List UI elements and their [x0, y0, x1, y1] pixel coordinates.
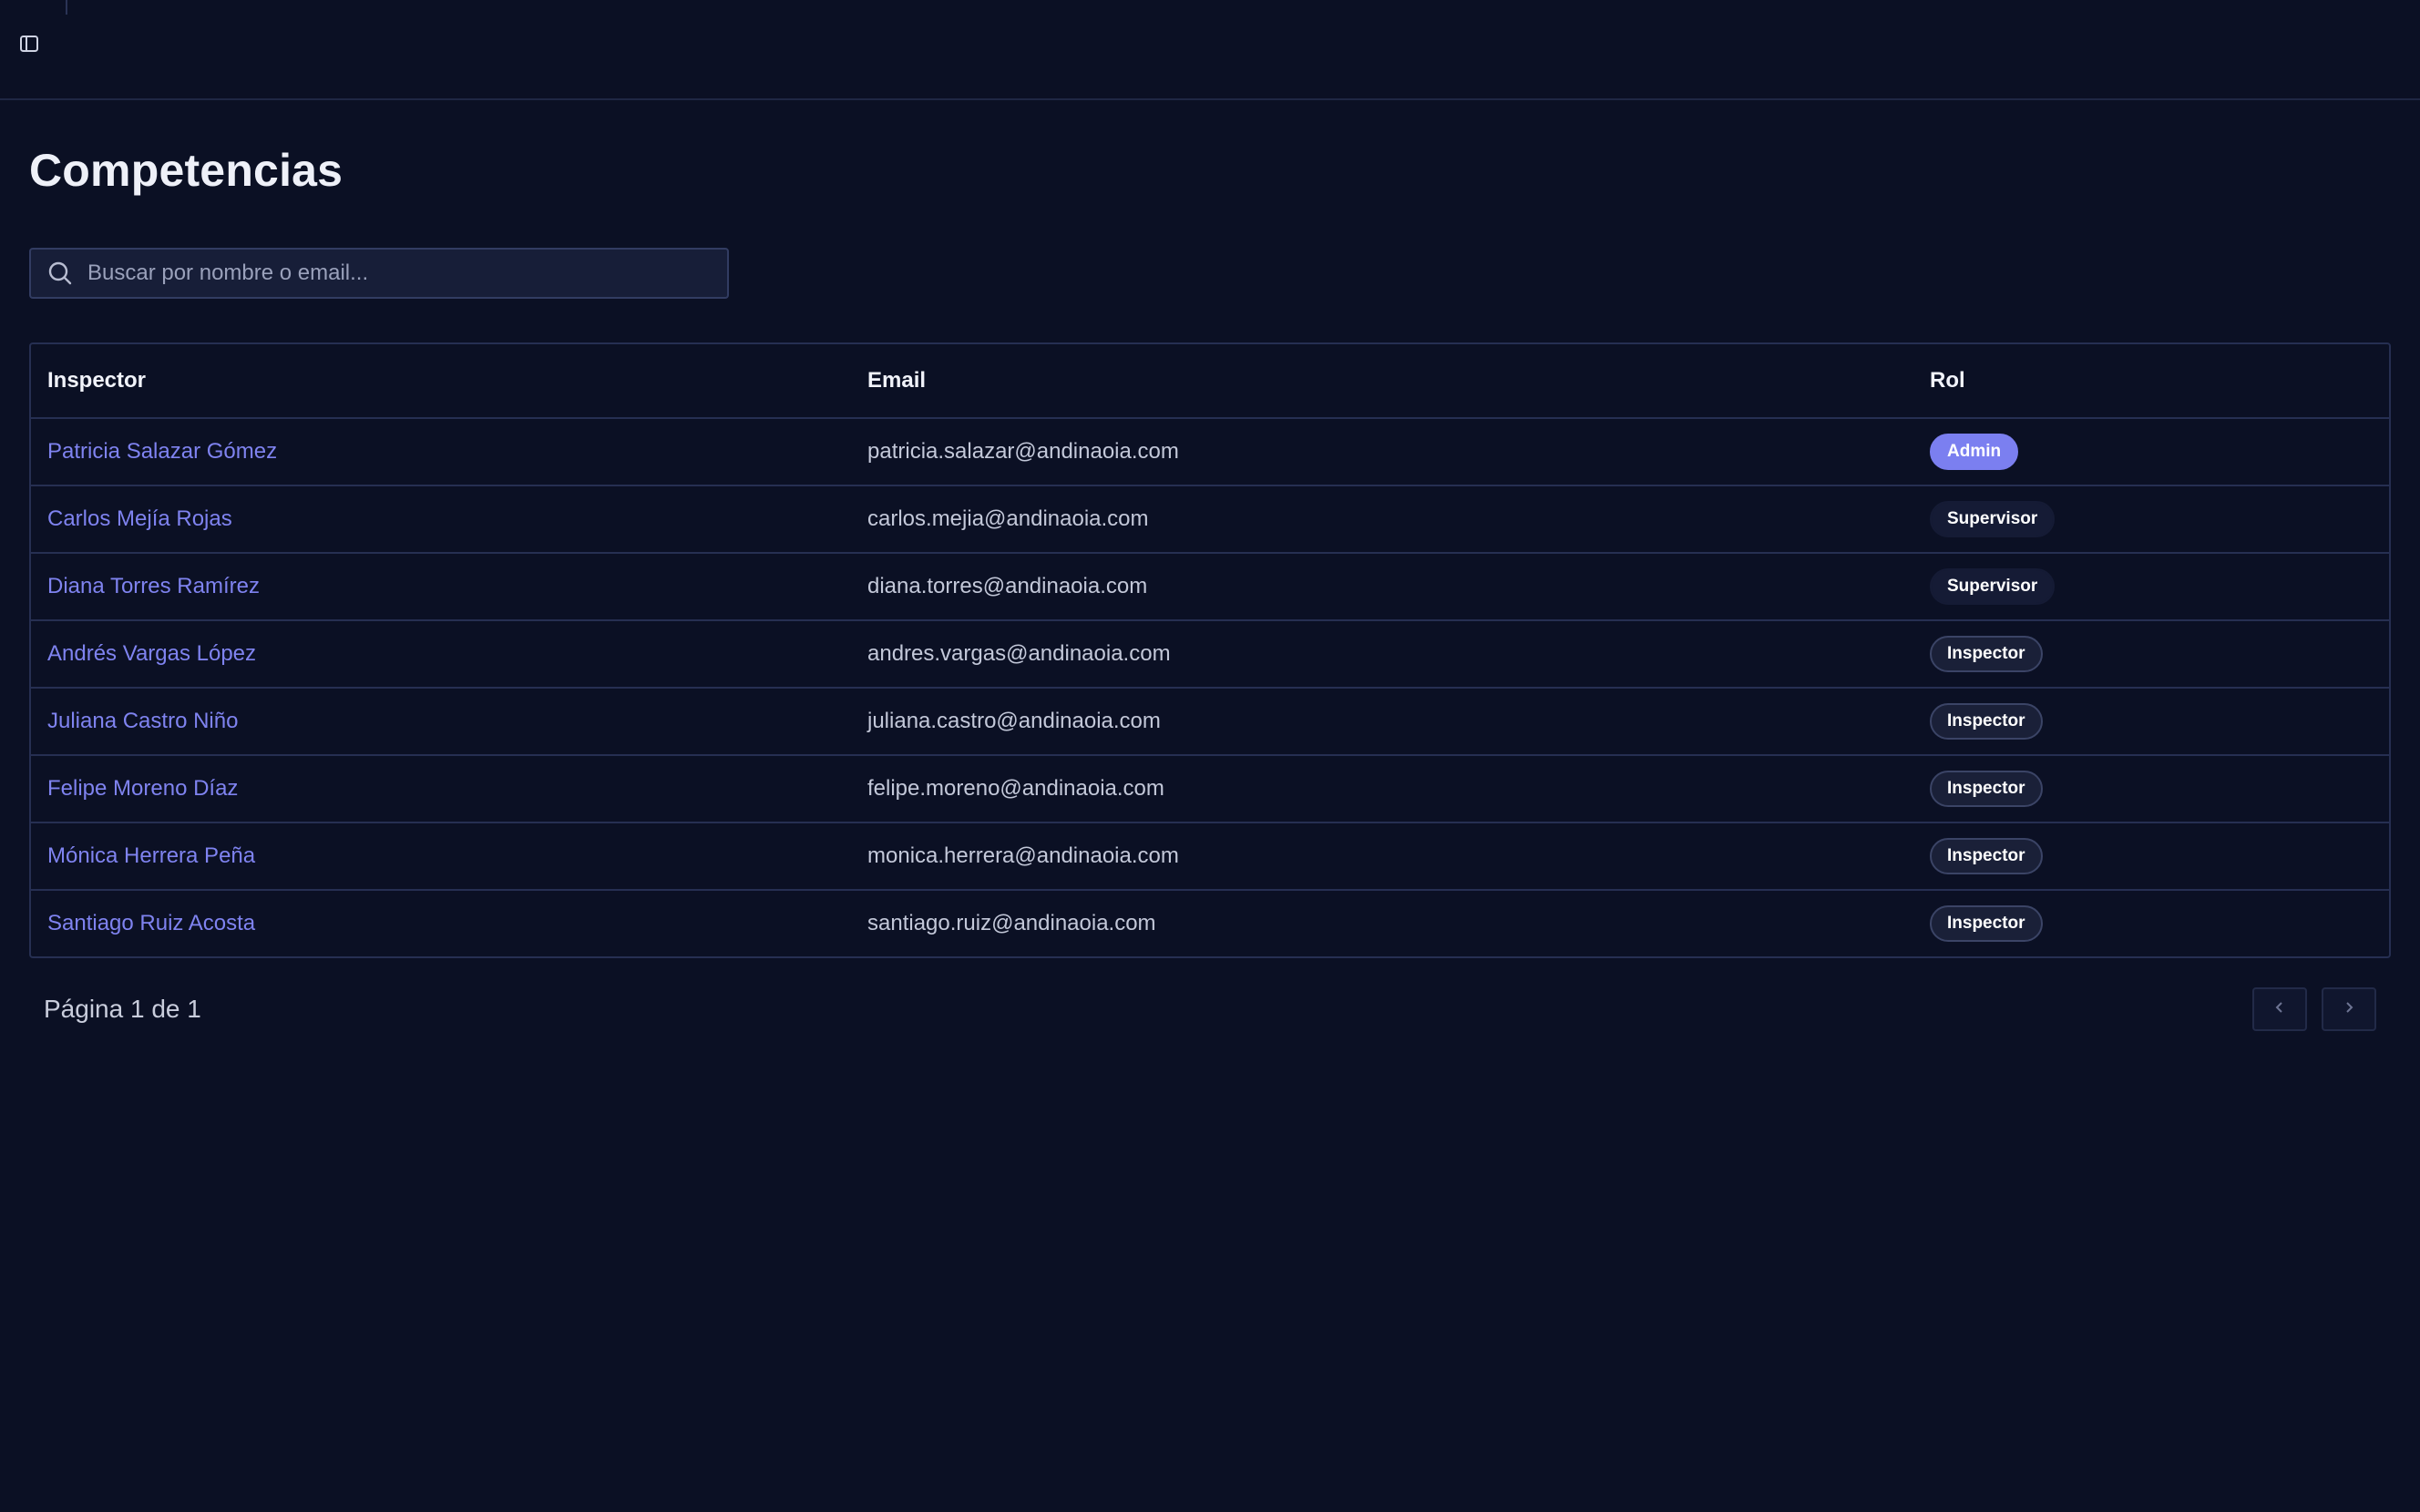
role-cell: Inspector — [1913, 890, 2389, 956]
search-box[interactable] — [29, 248, 729, 299]
email-cell: carlos.mejia@andinaoia.com — [851, 485, 1913, 554]
role-cell: Inspector — [1913, 688, 2389, 756]
previous-page-button[interactable] — [2252, 987, 2307, 1031]
role-badge: Inspector — [1930, 905, 2043, 942]
inspector-cell: Juliana Castro Niño — [31, 688, 851, 756]
column-header-inspector[interactable]: Inspector — [31, 344, 851, 419]
role-badge: Inspector — [1930, 838, 2043, 874]
table-row[interactable]: Carlos Mejía Rojas carlos.mejia@andinaoia… — [31, 485, 2389, 554]
role-cell: Supervisor — [1913, 485, 2389, 554]
inspector-cell: Felipe Moreno Díaz — [31, 755, 851, 823]
role-cell: Supervisor — [1913, 553, 2389, 621]
inspector-name-link[interactable]: Juliana Castro Niño — [47, 709, 238, 733]
search-icon — [44, 257, 77, 290]
table-row[interactable]: Patricia Salazar Gómez patricia.salazar@a… — [31, 418, 2389, 486]
role-cell: Inspector — [1913, 755, 2389, 823]
pagination-label: Página 1 de 1 — [44, 995, 201, 1023]
inspectors-table: Inspector Email Rol Patricia Salazar Góm… — [29, 342, 2391, 958]
table-row[interactable]: Mónica Herrera Peña monica.herrera@andina… — [31, 822, 2389, 891]
table-row[interactable]: Andrés Vargas López andres.vargas@andinao… — [31, 620, 2389, 689]
column-header-email[interactable]: Email — [851, 344, 1913, 419]
role-cell: Admin — [1913, 418, 2389, 486]
inspector-cell: Andrés Vargas López — [31, 620, 851, 689]
table-row[interactable]: Felipe Moreno Díaz felipe.moreno@andinaoi… — [31, 755, 2389, 823]
role-cell: Inspector — [1913, 822, 2389, 891]
role-badge: Supervisor — [1930, 501, 2056, 537]
chevron-right-icon — [2342, 1000, 2356, 1019]
role-badge: Inspector — [1930, 636, 2043, 672]
table-row[interactable]: Santiago Ruiz Acosta santiago.ruiz@andina… — [31, 890, 2389, 956]
inspector-name-link[interactable]: Diana Torres Ramírez — [47, 574, 260, 598]
top-divider — [66, 0, 67, 15]
inspector-name-link[interactable]: Santiago Ruiz Acosta — [47, 911, 255, 935]
next-page-button[interactable] — [2322, 987, 2376, 1031]
role-badge: Inspector — [1930, 703, 2043, 740]
inspector-name-link[interactable]: Felipe Moreno Díaz — [47, 776, 238, 801]
email-cell: monica.herrera@andinaoia.com — [851, 822, 1913, 891]
inspector-name-link[interactable]: Mónica Herrera Peña — [47, 843, 255, 868]
role-badge: Supervisor — [1930, 568, 2056, 605]
role-badge: Admin — [1930, 434, 2019, 470]
email-cell: santiago.ruiz@andinaoia.com — [867, 911, 1156, 935]
inspector-name-link[interactable]: Carlos Mejía Rojas — [47, 506, 232, 531]
column-header-role[interactable]: Rol — [1913, 344, 2389, 419]
inspector-cell: Diana Torres Ramírez — [31, 553, 851, 621]
inspector-cell: Carlos Mejía Rojas — [31, 485, 851, 554]
search-input[interactable] — [86, 260, 727, 287]
email-cell: andres.vargas@andinaoia.com — [851, 620, 1913, 689]
table-row[interactable]: Diana Torres Ramírez diana.torres@andinao… — [31, 553, 2389, 621]
page-title: Competencias — [29, 145, 344, 196]
top-bar — [0, 0, 2420, 100]
email-cell: felipe.moreno@andinaoia.com — [851, 755, 1913, 823]
inspector-name-link[interactable]: Patricia Salazar Gómez — [47, 439, 277, 464]
inspector-name-link[interactable]: Andrés Vargas López — [47, 641, 256, 666]
role-badge: Inspector — [1930, 771, 2043, 807]
table-row[interactable]: Juliana Castro Niño juliana.castro@andina… — [31, 688, 2389, 756]
table-header-row: Inspector Email Rol — [31, 344, 2389, 419]
email-cell: patricia.salazar@andinaoia.com — [851, 418, 1913, 486]
inspector-cell: Santiago Ruiz Acosta — [31, 890, 851, 956]
email-cell: diana.torres@andinaoia.com — [851, 553, 1913, 621]
table-body: Patricia Salazar Gómez patricia.salazar@a… — [31, 418, 2389, 956]
inspector-cell: Patricia Salazar Gómez — [31, 418, 851, 486]
role-cell: Inspector — [1913, 620, 2389, 689]
email-cell: juliana.castro@andinaoia.com — [851, 688, 1913, 756]
sidebar-toggle-icon[interactable] — [18, 33, 40, 55]
chevron-left-icon — [2272, 1000, 2287, 1019]
inspector-cell: Mónica Herrera Peña — [31, 822, 851, 891]
